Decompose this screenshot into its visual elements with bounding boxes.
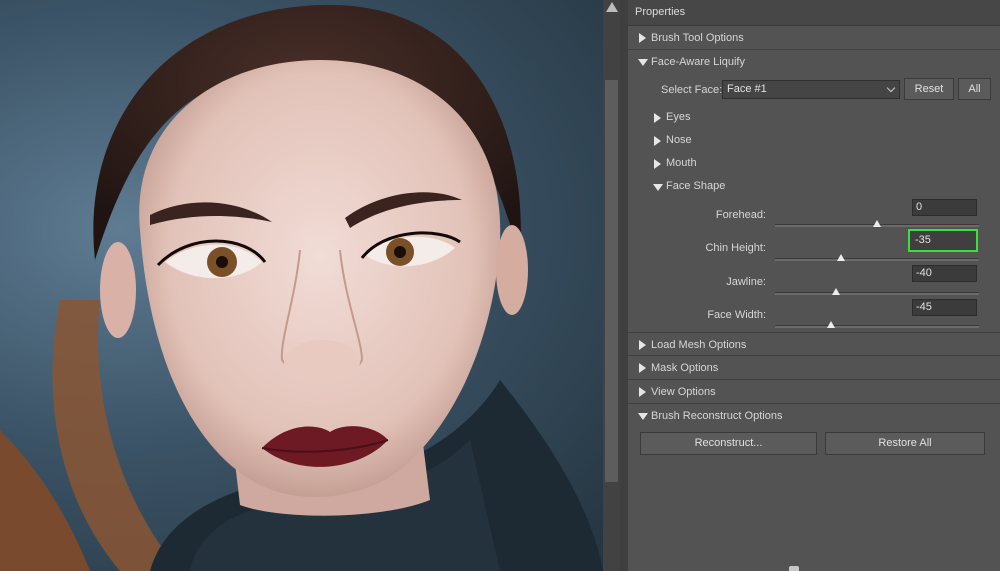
expand-arrow-icon [639,33,646,43]
section-label: Face-Aware Liquify [651,56,745,68]
panel-resize-handle[interactable] [789,566,799,571]
section-load-mesh-options[interactable]: Load Mesh Options [628,332,1000,356]
canvas-scrollbar[interactable] [603,0,620,571]
collapse-arrow-icon [638,59,648,66]
jawline-slider-knob[interactable] [832,288,841,295]
collapse-arrow-icon [638,413,648,420]
section-label: View Options [651,386,716,398]
expand-arrow-icon [639,363,646,373]
slider-label: Forehead: [715,209,766,221]
section-face-aware-liquify[interactable]: Face-Aware Liquify [628,50,1000,74]
subsection-label: Nose [666,134,692,146]
section-label: Load Mesh Options [651,339,747,351]
collapse-arrow-icon [653,184,663,191]
subsection-eyes[interactable]: Eyes [628,106,1000,130]
jawline-value-field[interactable]: -40 [912,265,977,282]
scroll-thumb[interactable] [605,80,618,482]
subsection-nose[interactable]: Nose [628,129,1000,153]
select-face-dropdown[interactable]: Face #1 [722,80,900,99]
section-label: Mask Options [651,362,719,374]
section-mask-options[interactable]: Mask Options [628,356,1000,380]
slider-label: Jawline: [726,276,766,288]
restore-all-button[interactable]: Restore All [825,432,985,455]
expand-arrow-icon [639,387,646,397]
panel-divider [620,0,628,571]
portrait-photo [0,4,603,571]
subsection-face-shape[interactable]: Face Shape [628,175,1000,199]
section-view-options[interactable]: View Options [628,380,1000,404]
expand-arrow-icon [654,113,661,123]
section-brush-reconstruct-options[interactable]: Brush Reconstruct Options [628,404,1000,428]
face-width-slider-knob[interactable] [827,321,836,328]
subsection-label: Mouth [666,157,697,169]
reconstruct-button[interactable]: Reconstruct... [640,432,817,455]
jawline-slider-track[interactable] [775,292,979,295]
expand-arrow-icon [654,136,661,146]
forehead-value-field[interactable]: 0 [912,199,977,216]
scroll-up-arrow-icon[interactable] [606,2,618,12]
section-brush-tool-options[interactable]: Brush Tool Options [628,26,1000,50]
subsection-label: Face Shape [666,180,726,192]
all-button[interactable]: All [958,78,991,100]
expand-arrow-icon [639,340,646,350]
slider-label: Chin Height: [705,242,766,254]
face-width-value-field[interactable]: -45 [912,299,977,316]
expand-arrow-icon [654,159,661,169]
slider-label: Face Width: [707,309,766,321]
select-face-label: Select Face: [661,84,723,96]
forehead-slider-knob[interactable] [873,220,881,227]
properties-panel: Properties Brush Tool Options Face-Aware… [628,0,1000,571]
section-label: Brush Reconstruct Options [651,410,783,422]
face-width-slider-track[interactable] [775,325,979,328]
chin-height-slider-track[interactable] [775,258,979,261]
chin-height-value-field[interactable]: -35 [908,229,978,252]
chevron-down-icon [886,83,896,93]
reset-button[interactable]: Reset [904,78,954,100]
image-canvas[interactable] [0,0,603,571]
select-face-value: Face #1 [727,83,767,95]
chin-height-slider-knob[interactable] [837,254,846,261]
panel-title: Properties [628,0,1000,26]
section-label: Brush Tool Options [651,32,744,44]
subsection-mouth[interactable]: Mouth [628,152,1000,176]
subsection-label: Eyes [666,111,691,123]
